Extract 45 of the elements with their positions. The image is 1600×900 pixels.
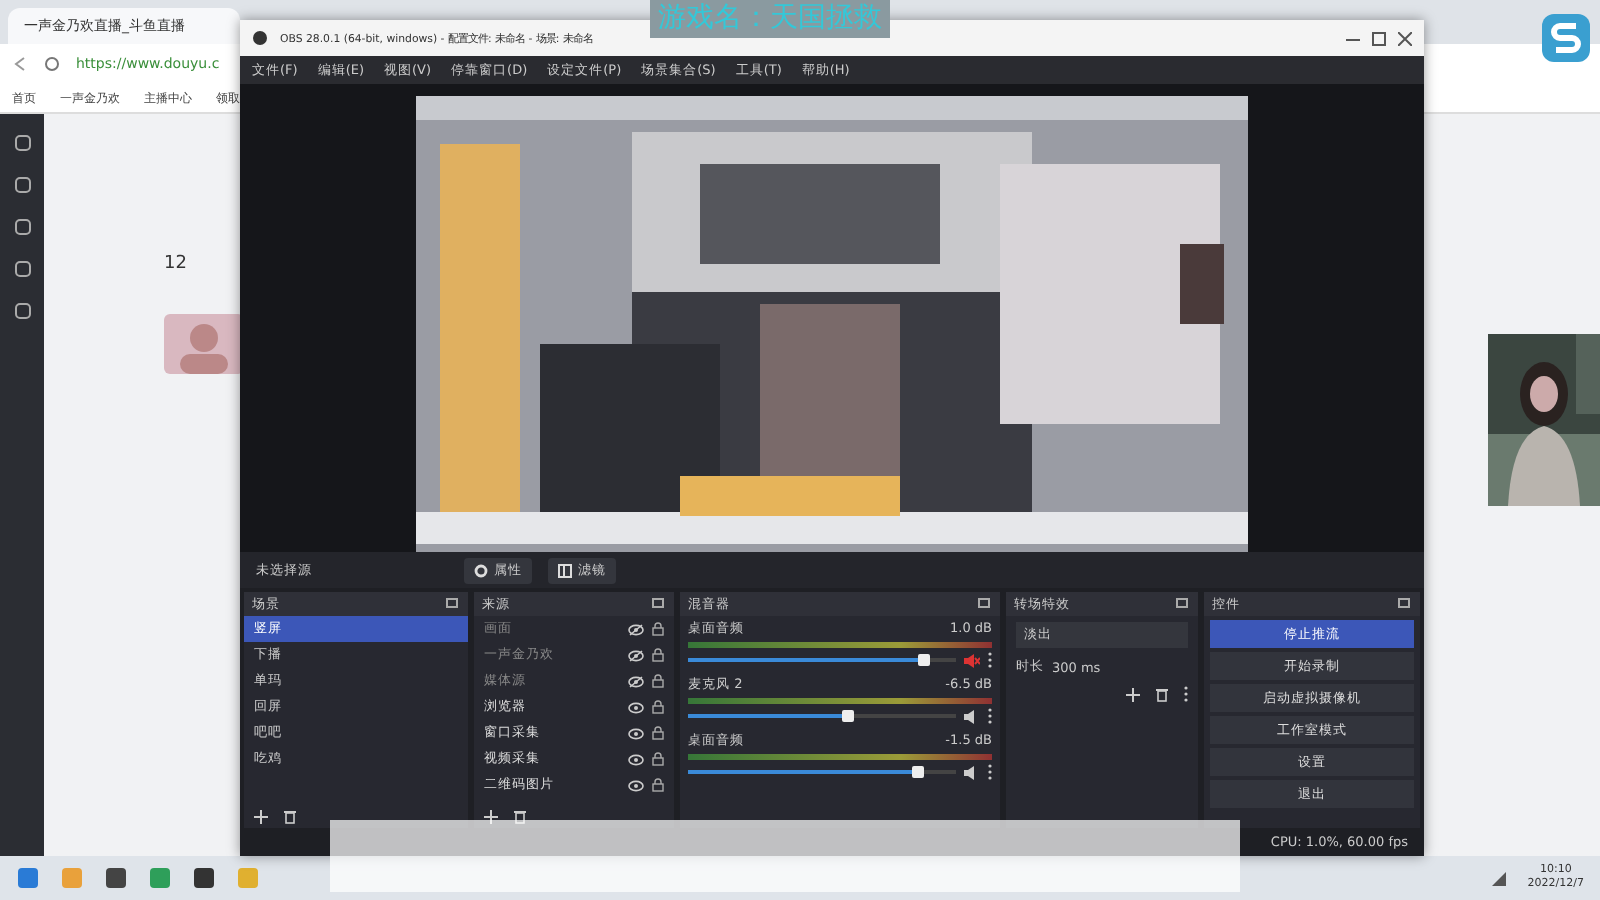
speaker-icon[interactable]	[964, 709, 980, 723]
sidebar-icon[interactable]	[13, 134, 31, 152]
app-icon[interactable]	[192, 866, 216, 890]
app-icon[interactable]	[104, 866, 128, 890]
lock-icon[interactable]	[652, 726, 664, 740]
sidebar-icon[interactable]	[13, 260, 31, 278]
eye-icon[interactable]	[628, 753, 644, 765]
eye-icon[interactable]	[628, 701, 644, 713]
sidebar-icon[interactable]	[13, 302, 31, 320]
undock-icon[interactable]	[978, 598, 992, 610]
hidden-eye-icon[interactable]	[628, 675, 644, 687]
lock-icon[interactable]	[652, 752, 664, 766]
eye-icon[interactable]	[628, 779, 644, 791]
refresh-icon[interactable]	[44, 56, 60, 72]
maximize-icon[interactable]	[1372, 31, 1386, 45]
follower-count: 12	[164, 254, 189, 274]
add-icon[interactable]	[1126, 687, 1140, 701]
lock-icon[interactable]	[652, 674, 664, 688]
settings-icon	[474, 563, 488, 577]
close-icon[interactable]	[1398, 31, 1412, 45]
hidden-eye-icon[interactable]	[628, 649, 644, 661]
overlay-title: 游戏名：天国拯救	[650, 0, 890, 38]
avatar-icon	[164, 314, 244, 374]
undock-icon[interactable]	[1398, 598, 1412, 610]
delete-icon[interactable]	[1156, 687, 1168, 701]
lock-icon[interactable]	[652, 700, 664, 714]
add-icon[interactable]	[484, 809, 498, 823]
lock-icon[interactable]	[652, 622, 664, 636]
sidebar-icon[interactable]	[13, 218, 31, 236]
muted-speaker-icon[interactable]	[964, 653, 980, 667]
app-logo-icon	[252, 30, 268, 46]
back-icon[interactable]	[12, 56, 28, 72]
add-icon[interactable]	[254, 809, 268, 823]
filter-icon	[558, 563, 572, 577]
undock-icon[interactable]	[1176, 598, 1190, 610]
hidden-eye-icon[interactable]	[628, 623, 644, 635]
network-icon[interactable]	[1489, 869, 1508, 887]
lock-icon[interactable]	[652, 778, 664, 792]
undock-icon[interactable]	[446, 598, 460, 610]
eye-icon[interactable]	[628, 727, 644, 739]
delete-icon[interactable]	[284, 809, 296, 823]
speaker-icon[interactable]	[964, 765, 980, 779]
sidebar-icon[interactable]	[13, 176, 31, 194]
lock-icon[interactable]	[652, 648, 664, 662]
undock-icon[interactable]	[652, 598, 666, 610]
